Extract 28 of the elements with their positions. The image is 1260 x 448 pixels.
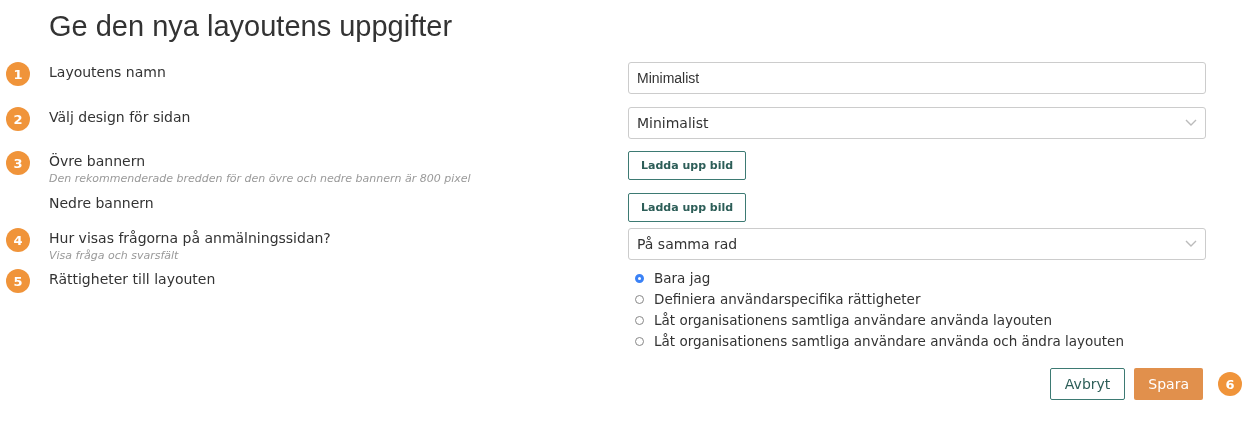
- field-hint: Den rekommenderade bredden för den övre och nedre bannern är 800 pixel: [49, 171, 472, 187]
- field-label: Välj design för sidan: [49, 108, 192, 127]
- chevron-down-icon: [1185, 240, 1197, 248]
- field-label: Övre bannern: [49, 152, 147, 171]
- step-badge: 1: [6, 62, 30, 86]
- step-badge: 6: [1218, 372, 1242, 396]
- cancel-button[interactable]: Avbryt: [1049, 368, 1126, 400]
- field-label: Hur visas frågorna på anmälningssidan?: [49, 229, 332, 248]
- field-label: Layoutens namn: [49, 63, 167, 82]
- step-badge: 2: [6, 107, 30, 131]
- step-badge: 3: [6, 151, 30, 175]
- radio-button[interactable]: [635, 273, 644, 283]
- chevron-down-icon: [1185, 119, 1197, 127]
- radio-label[interactable]: Låt organisationens samtliga användare använda och ändra layouten: [654, 332, 1124, 350]
- radio-label[interactable]: Bara jag: [654, 269, 711, 287]
- page-title: Ge den nya layoutens uppgifter: [48, 9, 454, 44]
- dropdown[interactable]: På samma rad: [628, 228, 1206, 260]
- name-field[interactable]: Minimalist: [628, 62, 1206, 94]
- field-label: Rättigheter till layouten: [49, 270, 217, 289]
- field-hint: Visa fråga och svarsfält: [49, 248, 180, 264]
- step-badge: 4: [6, 228, 30, 252]
- field-label: Nedre bannern: [49, 194, 155, 213]
- upload-button[interactable]: Ladda upp bild: [628, 151, 747, 180]
- step-badge: 5: [6, 269, 30, 293]
- dropdown[interactable]: Minimalist: [628, 107, 1206, 139]
- radio-label[interactable]: Låt organisationens samtliga användare använda layouten: [654, 311, 1052, 329]
- radio-label[interactable]: Definiera användarspecifika rättigheter: [654, 290, 921, 308]
- upload-button[interactable]: Ladda upp bild: [628, 193, 747, 222]
